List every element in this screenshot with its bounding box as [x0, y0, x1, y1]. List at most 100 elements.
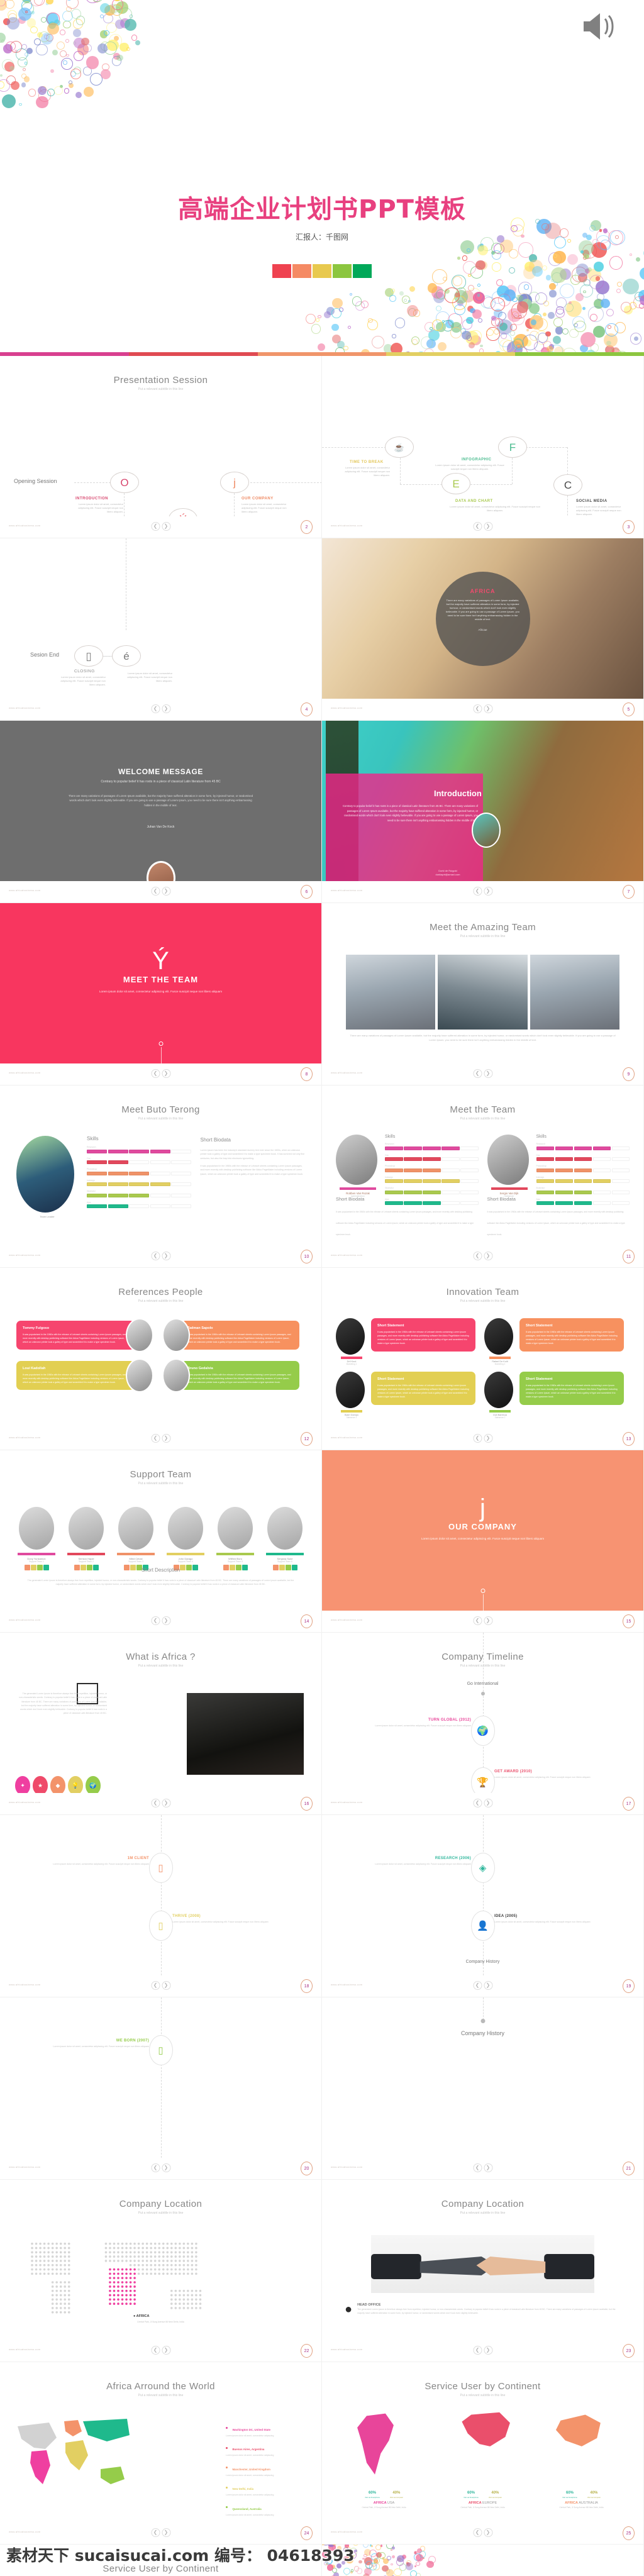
chevron-left-icon[interactable]: ❮ [151, 1434, 160, 1443]
chevron-right-icon[interactable]: ❯ [484, 522, 492, 531]
chevron-left-icon[interactable]: ❮ [151, 522, 160, 531]
slide-nav-arrows[interactable]: ❮ ❯ [151, 1799, 170, 1807]
slide-thumbnail[interactable]: 千图感谢一路有你 本PPT共120页，剩余模板素材均可自主编辑使用 AFRICA [322, 2545, 644, 2576]
chevron-right-icon[interactable]: ❯ [484, 2528, 492, 2537]
slide-thumbnail[interactable]: Meet the Team Put a relevant subtitle in… [322, 1085, 644, 1268]
chevron-right-icon[interactable]: ❯ [162, 1616, 170, 1625]
slide-thumbnail[interactable]: Company Location Put a relevant subtitle… [322, 2180, 644, 2362]
slide-nav-arrows[interactable]: ❮ ❯ [151, 1981, 170, 1990]
slide-thumbnail[interactable]: ◈ RESEARCH (2006) Lorem ipsum dolor sit … [322, 1815, 644, 1997]
chevron-left-icon[interactable]: ❮ [473, 522, 482, 531]
chevron-left-icon[interactable]: ❮ [473, 887, 482, 896]
slide-thumbnail[interactable]: Innovation Team Put a relevant subtitle … [322, 1268, 644, 1450]
chevron-left-icon[interactable]: ❮ [473, 704, 482, 713]
chevron-right-icon[interactable]: ❯ [162, 2163, 170, 2172]
chevron-left-icon[interactable]: ❮ [473, 1616, 482, 1625]
chevron-right-icon[interactable]: ❯ [162, 887, 170, 896]
chevron-left-icon[interactable]: ❮ [473, 2346, 482, 2355]
slide-thumbnail[interactable]: Company Location Put a relevant subtitle… [0, 2180, 322, 2362]
chevron-right-icon[interactable]: ❯ [162, 1434, 170, 1443]
slide-nav-arrows[interactable]: ❮ ❯ [151, 1616, 170, 1625]
chevron-right-icon[interactable]: ❯ [162, 2346, 170, 2355]
chevron-right-icon[interactable]: ❯ [162, 1981, 170, 1990]
slide-thumbnail[interactable]: Service User by Continent Put a relevant… [322, 2362, 644, 2545]
chevron-right-icon[interactable]: ❯ [162, 522, 170, 531]
chevron-right-icon[interactable]: ❯ [484, 1252, 492, 1260]
chevron-right-icon[interactable]: ❯ [162, 1069, 170, 1078]
chevron-left-icon[interactable]: ❮ [151, 1981, 160, 1990]
slide-thumbnail[interactable]: ▯ 1M CLIENT Lorem ipsum dolor sit amet, … [0, 1815, 322, 1997]
chevron-right-icon[interactable]: ❯ [162, 1252, 170, 1260]
slide-thumbnail[interactable]: Sesion End ▯ CLOSING Lorem ipsum dolor s… [0, 538, 322, 721]
chevron-left-icon[interactable]: ❮ [151, 2528, 160, 2537]
slide-nav-arrows[interactable]: ❮ ❯ [473, 2346, 492, 2355]
slide-thumbnail[interactable]: Introduction Contrary to popular belief … [322, 721, 644, 903]
slide-thumbnail[interactable]: References People Put a relevant subtitl… [0, 1268, 322, 1450]
slide-nav-arrows[interactable]: ❮ ❯ [151, 1434, 170, 1443]
chevron-right-icon[interactable]: ❯ [484, 2163, 492, 2172]
chevron-left-icon[interactable]: ❮ [151, 2163, 160, 2172]
slide-footer: www.africabusiness.com ❮ ❯ 20 [0, 2158, 321, 2179]
chevron-right-icon[interactable]: ❯ [484, 704, 492, 713]
chevron-left-icon[interactable]: ❮ [473, 2528, 482, 2537]
slide-thumbnail[interactable]: Meet Buto Terong Put a relevant subtitle… [0, 1085, 322, 1268]
slide-thumbnail[interactable]: j OUR COMPANY Lorem ipsum dolor sit amet… [322, 1450, 644, 1633]
chevron-right-icon[interactable]: ❯ [162, 2528, 170, 2537]
slide-thumbnail[interactable]: Presentation Session Put a relevant subt… [0, 356, 322, 538]
slide-nav-arrows[interactable]: ❮ ❯ [473, 1799, 492, 1807]
chevron-right-icon[interactable]: ❯ [484, 1616, 492, 1625]
slide-thumbnail[interactable]: AFRICA There are many variations of pass… [322, 538, 644, 721]
chevron-right-icon[interactable]: ❯ [162, 704, 170, 713]
slide-thumbnail[interactable]: Support Team Put a relevant subtitle in … [0, 1450, 322, 1633]
slide-nav-arrows[interactable]: ❮ ❯ [151, 2163, 170, 2172]
slide-thumbnail[interactable]: ▯ WE BORN (2007) Lorem ipsum dolor sit a… [0, 1997, 322, 2180]
chevron-left-icon[interactable]: ❮ [151, 1799, 160, 1807]
slide-nav-arrows[interactable]: ❮ ❯ [151, 2528, 170, 2537]
chevron-left-icon[interactable]: ❮ [473, 1799, 482, 1807]
slide-nav-arrows[interactable]: ❮ ❯ [151, 887, 170, 896]
chevron-right-icon[interactable]: ❯ [484, 1434, 492, 1443]
chevron-left-icon[interactable]: ❮ [151, 887, 160, 896]
slide-nav-arrows[interactable]: ❮ ❯ [151, 704, 170, 713]
chevron-right-icon[interactable]: ❯ [484, 1799, 492, 1807]
slide-nav-arrows[interactable]: ❮ ❯ [473, 1252, 492, 1260]
slide-body: ☕ TIME TO BREAK Lorem ipsum dolor sit am… [322, 356, 643, 516]
chevron-left-icon[interactable]: ❮ [151, 2346, 160, 2355]
slide-nav-arrows[interactable]: ❮ ❯ [473, 1434, 492, 1443]
slide-nav-arrows[interactable]: ❮ ❯ [473, 1981, 492, 1990]
chevron-left-icon[interactable]: ❮ [473, 1069, 482, 1078]
slide-thumbnail[interactable]: ☕ TIME TO BREAK Lorem ipsum dolor sit am… [322, 356, 644, 538]
chevron-left-icon[interactable]: ❮ [473, 1434, 482, 1443]
chevron-right-icon[interactable]: ❯ [484, 1069, 492, 1078]
slide-nav-arrows[interactable]: ❮ ❯ [151, 522, 170, 531]
slide-thumbnail[interactable]: Company History www.africabusiness.com ❮… [322, 1997, 644, 2180]
chevron-left-icon[interactable]: ❮ [473, 1981, 482, 1990]
slide-nav-arrows[interactable]: ❮ ❯ [473, 1616, 492, 1625]
chevron-left-icon[interactable]: ❮ [151, 704, 160, 713]
chevron-left-icon[interactable]: ❮ [151, 1069, 160, 1078]
slide-thumbnail[interactable]: Meet the Amazing Team Put a relevant sub… [322, 903, 644, 1085]
slide-nav-arrows[interactable]: ❮ ❯ [473, 2528, 492, 2537]
timeline-item-1: 1M CLIENT Lorem ipsum dolor sit amet, co… [48, 1857, 149, 1866]
slide-nav-arrows[interactable]: ❮ ❯ [473, 522, 492, 531]
chevron-left-icon[interactable]: ❮ [151, 1252, 160, 1260]
slide-nav-arrows[interactable]: ❮ ❯ [473, 704, 492, 713]
slide-thumbnail[interactable]: What is Africa ? Put a relevant subtitle… [0, 1633, 322, 1815]
slide-thumbnail[interactable]: Ý MEET THE TEAM Lorem ipsum dolor sit am… [0, 903, 322, 1085]
chevron-left-icon[interactable]: ❮ [473, 1252, 482, 1260]
slide-nav-arrows[interactable]: ❮ ❯ [151, 2346, 170, 2355]
chevron-right-icon[interactable]: ❯ [484, 1981, 492, 1990]
chevron-right-icon[interactable]: ❯ [162, 1799, 170, 1807]
chevron-right-icon[interactable]: ❯ [484, 2346, 492, 2355]
slide-thumbnail[interactable]: WELCOME MESSAGE Contrary to popular beli… [0, 721, 322, 903]
slide-nav-arrows[interactable]: ❮ ❯ [151, 1252, 170, 1260]
slide-thumbnail[interactable]: Company Timeline Put a relevant subtitle… [322, 1633, 644, 1815]
slide-thumbnail[interactable]: Africa Arround the World Put a relevant … [0, 2362, 322, 2545]
slide-nav-arrows[interactable]: ❮ ❯ [473, 2163, 492, 2172]
slide-nav-arrows[interactable]: ❮ ❯ [151, 1069, 170, 1078]
chevron-left-icon[interactable]: ❮ [473, 2163, 482, 2172]
slide-nav-arrows[interactable]: ❮ ❯ [473, 1069, 492, 1078]
slide-nav-arrows[interactable]: ❮ ❯ [473, 887, 492, 896]
chevron-left-icon[interactable]: ❮ [151, 1616, 160, 1625]
chevron-right-icon[interactable]: ❯ [484, 887, 492, 896]
